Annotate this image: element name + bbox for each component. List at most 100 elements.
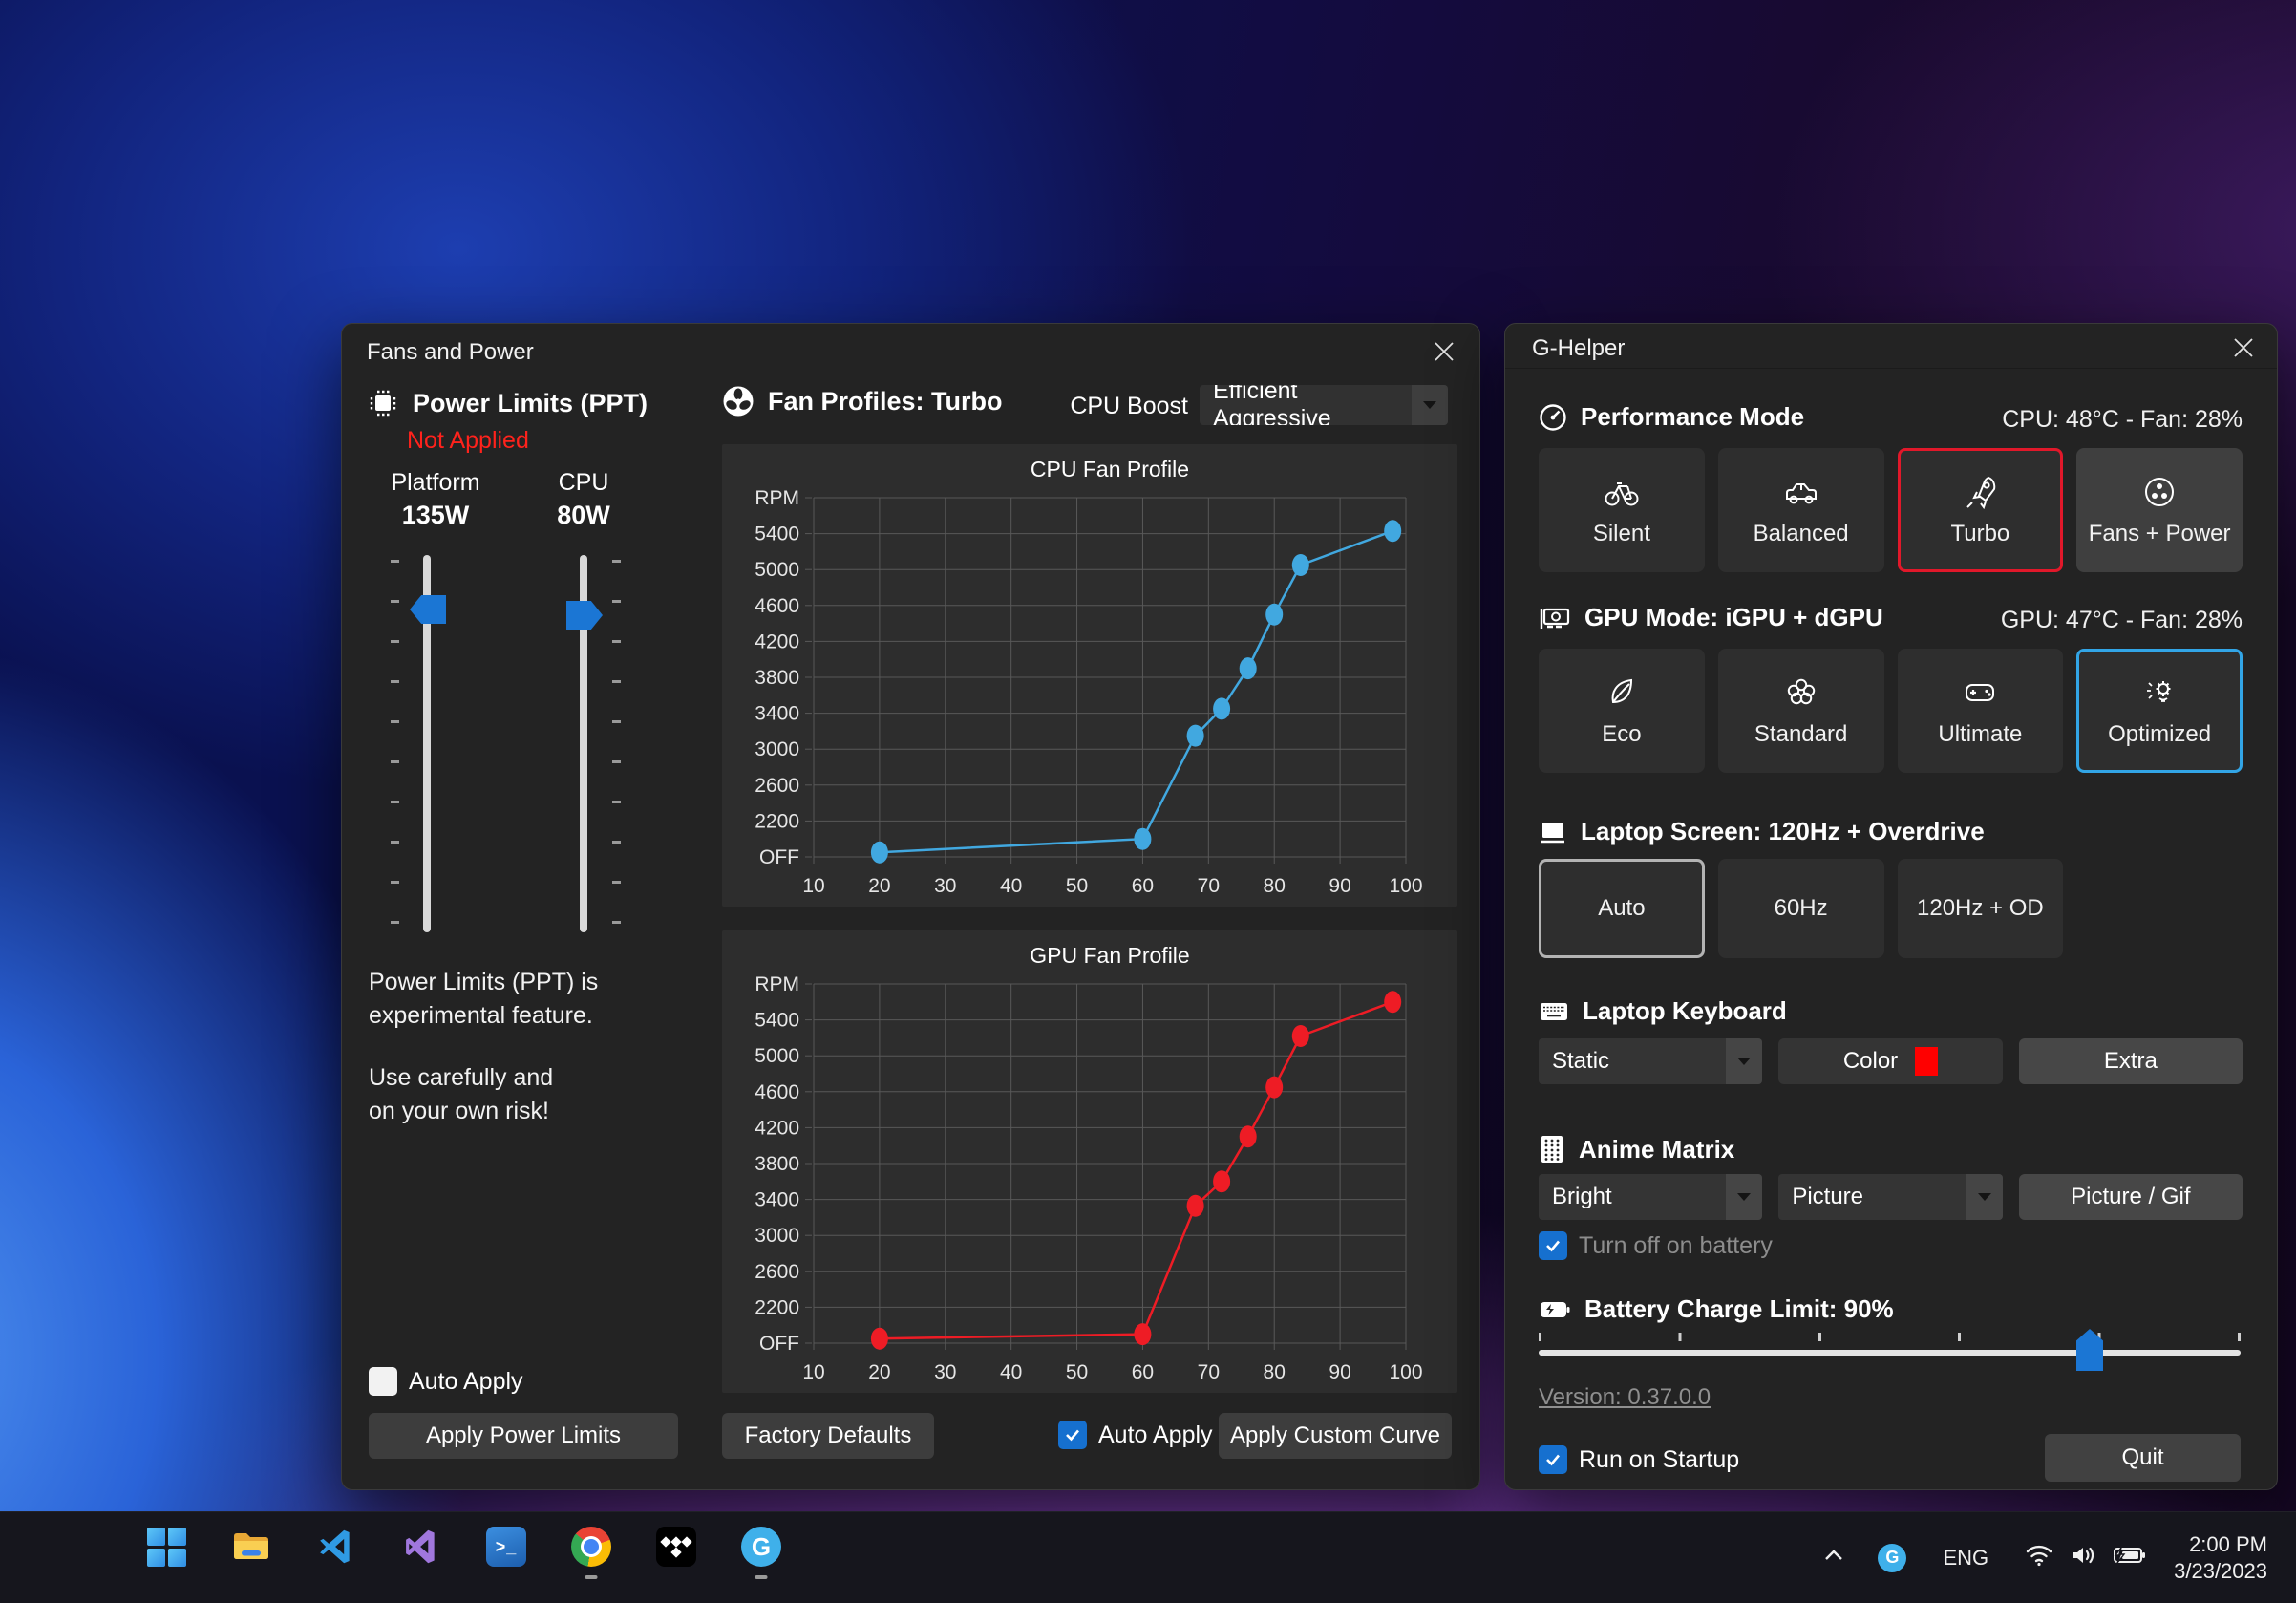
taskbar-vscode[interactable] [315, 1526, 357, 1568]
perf-button-silent[interactable]: Silent [1539, 448, 1705, 572]
turn-off-on-battery-checkbox[interactable] [1539, 1231, 1567, 1260]
taskbar-tidal[interactable] [655, 1526, 697, 1568]
svg-text:5000: 5000 [755, 559, 799, 581]
svg-text:20: 20 [868, 875, 890, 897]
vscode-icon [317, 1528, 355, 1566]
svg-text:RPM: RPM [755, 973, 799, 995]
fan-profiles-title: Fan Profiles: Turbo [768, 387, 1003, 417]
powershell-icon: >_ [486, 1527, 526, 1567]
gpu-fan-profile-chart[interactable]: GPU Fan Profile102030405060708090100RPM5… [722, 930, 1457, 1393]
taskbar-clock[interactable]: 2:00 PM 3/23/2023 [2174, 1531, 2267, 1585]
fans-window-title: Fans and Power [367, 339, 534, 366]
cpu-slider-thumb[interactable] [566, 601, 603, 630]
svg-text:4200: 4200 [755, 631, 799, 652]
ghelper-window: G-Helper Performance Mode CPU: 48°C - Fa… [1504, 323, 2278, 1490]
svg-text:70: 70 [1198, 875, 1220, 897]
gauge-icon [1539, 403, 1567, 432]
gpu-button-eco[interactable]: Eco [1539, 649, 1705, 773]
battery-limit-header: Battery Charge Limit: 90% [1539, 1294, 1894, 1324]
cpu-boost-value: Efficient Aggressive [1200, 385, 1412, 425]
gpu-button-optimized[interactable]: Optimized [2076, 649, 2243, 773]
platform-slider-label: Platform 135W [359, 469, 512, 530]
anime-mode-value: Picture [1778, 1174, 1966, 1220]
cpu-slider-value: 80W [507, 501, 660, 530]
anime-mode-dropdown[interactable]: Picture [1778, 1174, 2002, 1220]
close-icon[interactable] [2229, 333, 2258, 362]
gpu-temp-status: GPU: 47°C - Fan: 28% [2001, 607, 2243, 634]
power-limits-title: Power Limits (PPT) [413, 389, 648, 418]
taskbar-file-explorer[interactable] [230, 1526, 272, 1568]
anime-brightness-dropdown[interactable]: Bright [1539, 1174, 1762, 1220]
screen-button-60hz[interactable]: 60Hz [1718, 859, 1884, 958]
cpu-boost-dropdown[interactable]: Efficient Aggressive [1200, 385, 1448, 425]
svg-text:30: 30 [934, 875, 956, 897]
start-button[interactable] [145, 1526, 187, 1568]
taskbar-ghelper[interactable]: G [740, 1526, 782, 1568]
taskbar-powershell[interactable]: >_ [485, 1526, 527, 1568]
svg-text:5400: 5400 [755, 524, 799, 545]
anime-brightness-value: Bright [1539, 1174, 1726, 1220]
apply-power-limits-button[interactable]: Apply Power Limits [369, 1413, 678, 1459]
perf-button-turbo[interactable]: Turbo [1898, 448, 2064, 572]
picture-gif-button[interactable]: Picture / Gif [2019, 1174, 2243, 1220]
performance-mode-title: Performance Mode [1581, 402, 1804, 432]
performance-mode-header: Performance Mode [1539, 402, 1804, 432]
quit-button[interactable]: Quit [2045, 1434, 2241, 1482]
perf-button-balanced[interactable]: Balanced [1718, 448, 1884, 572]
keyboard-extra-button[interactable]: Extra [2019, 1038, 2243, 1084]
power-limits-note: Power Limits (PPT) is experimental featu… [369, 966, 598, 1128]
taskbar-chrome[interactable] [570, 1526, 612, 1568]
language-indicator[interactable]: ENG [1943, 1546, 1988, 1571]
chevron-down-icon[interactable] [1966, 1174, 2003, 1220]
keyboard-color-button[interactable]: Color [1778, 1038, 2002, 1084]
screen-button-120hz-od[interactable]: 120Hz + OD [1898, 859, 2064, 958]
flower-icon [1782, 673, 1820, 712]
chevron-down-icon[interactable] [1412, 385, 1448, 425]
cpu-slider-ticks [612, 560, 621, 928]
fan-icon [722, 385, 755, 417]
volume-icon[interactable] [2069, 1543, 2097, 1572]
cpu-fan-profile-chart[interactable]: CPU Fan Profile102030405060708090100RPM5… [722, 444, 1457, 907]
svg-text:90: 90 [1329, 875, 1350, 897]
cpu-slider-label: CPU 80W [507, 469, 660, 530]
tray-chevron-up-icon[interactable] [1822, 1548, 1845, 1568]
screen-icon [1539, 818, 1567, 846]
gpu-mode-title: GPU Mode: iGPU + dGPU [1584, 603, 1883, 632]
anime-matrix-title: Anime Matrix [1579, 1135, 1734, 1165]
cpu-boost-label: CPU Boost [1010, 393, 1188, 420]
svg-text:10: 10 [802, 875, 824, 897]
file-explorer-icon [230, 1526, 272, 1568]
power-limits-auto-apply-label: Auto Apply [409, 1368, 523, 1396]
svg-text:GPU Fan Profile: GPU Fan Profile [1030, 943, 1189, 968]
keyboard-mode-dropdown[interactable]: Static [1539, 1038, 1762, 1084]
platform-slider-thumb[interactable] [410, 595, 446, 624]
svg-text:3000: 3000 [755, 1225, 799, 1247]
gpu-button-ultimate[interactable]: Ultimate [1898, 649, 2064, 773]
power-limits-header: Power Limits (PPT) [367, 387, 648, 419]
wifi-icon[interactable] [2025, 1543, 2053, 1572]
svg-text:4600: 4600 [755, 595, 799, 617]
laptop-keyboard-title: Laptop Keyboard [1583, 996, 1787, 1026]
perf-button-fans-power[interactable]: Fans + Power [2076, 448, 2243, 572]
platform-slider-value: 135W [359, 501, 512, 530]
svg-text:2200: 2200 [755, 1296, 799, 1318]
curve-auto-apply-checkbox[interactable] [1058, 1421, 1087, 1449]
apply-custom-curve-button[interactable]: Apply Custom Curve [1219, 1413, 1452, 1459]
battery-icon [1539, 1296, 1571, 1323]
screen-button-auto[interactable]: Auto [1539, 859, 1705, 958]
chevron-down-icon[interactable] [1726, 1174, 1762, 1220]
factory-defaults-button[interactable]: Factory Defaults [722, 1413, 934, 1459]
version-link[interactable]: Version: 0.37.0.0 [1539, 1384, 1711, 1411]
run-on-startup-checkbox[interactable] [1539, 1445, 1567, 1474]
taskbar-visual-studio[interactable] [400, 1526, 442, 1568]
svg-text:80: 80 [1264, 875, 1286, 897]
color-swatch [1915, 1047, 1938, 1076]
power-limits-auto-apply-checkbox[interactable] [369, 1367, 397, 1396]
battery-slider-track[interactable] [1539, 1350, 2241, 1356]
anime-matrix-header: Anime Matrix [1539, 1134, 1734, 1165]
chevron-down-icon[interactable] [1726, 1038, 1762, 1084]
battery-tray-icon[interactable] [2113, 1544, 2147, 1571]
gpu-button-standard[interactable]: Standard [1718, 649, 1884, 773]
tray-ghelper-icon[interactable]: G [1878, 1544, 1906, 1572]
close-icon[interactable] [1430, 337, 1458, 366]
